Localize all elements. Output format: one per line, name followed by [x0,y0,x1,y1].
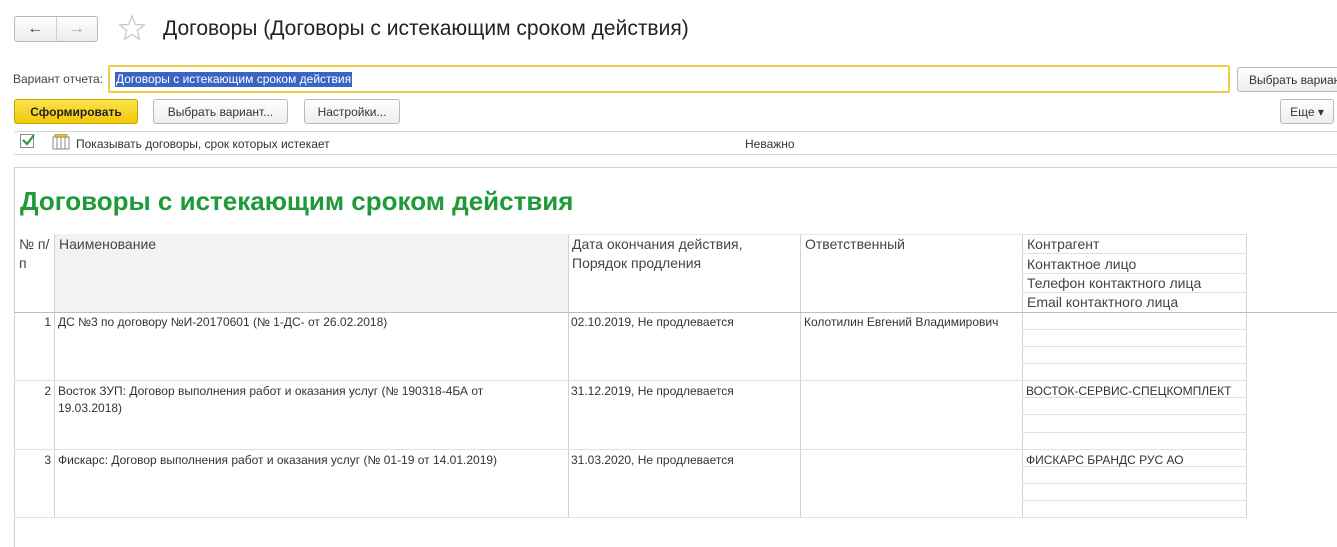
filter-checkbox[interactable] [20,134,35,148]
forward-arrow-icon[interactable]: → [55,17,98,41]
favorite-star-icon[interactable] [118,14,146,42]
variant-input-value: Договоры с истекающим сроком действия [115,72,353,87]
header-contact-email: Email контактного лица [1027,294,1179,310]
window-title: Договоры (Договоры с истекающим сроком д… [163,17,689,40]
report-area [14,167,1337,547]
row-2-contractor: ВОСТОК-СЕРВИС-СПЕЦКОМПЛЕКТ [1026,384,1232,398]
row-3-name[interactable]: Фискарс: Договор выполнения работ и оказ… [58,452,563,469]
grid-line [568,234,569,518]
row-1-date: 02.10.2019, Не продлевается [571,315,734,329]
grid-line [54,234,55,518]
filter-value[interactable]: Неважно [745,137,795,151]
navigation-buttons: ← → [14,16,98,42]
row-2-date: 31.12.2019, Не продлевается [571,384,734,398]
choose-variant-top-button[interactable]: Выбрать вариант... [1237,67,1337,92]
row-3-date: 31.03.2020, Не продлевается [571,453,734,467]
filter-label: Показывать договоры, срок которых истека… [76,137,330,151]
row-3-num: 3 [44,453,51,467]
form-report-button[interactable]: Сформировать [14,99,138,124]
checkmark-icon [22,134,35,146]
choose-variant-button[interactable]: Выбрать вариант... [153,99,288,124]
variant-label: Вариант отчета: [13,72,103,86]
filter-settings-icon [52,134,70,150]
row-2-num: 2 [44,384,51,398]
row-separator [14,380,1247,381]
row-separator [14,449,1247,450]
header-name: Наименование [59,236,157,252]
row-separator [14,517,1247,518]
grid-line [1022,234,1023,518]
header-contact-person: Контактное лицо [1027,256,1137,272]
header-responsible: Ответственный [805,236,905,252]
row-1-name[interactable]: ДС №3 по договору №И-20170601 (№ 1-ДС- о… [58,314,563,331]
grid-line [800,234,801,518]
header-date: Дата окончания действия, Порядок продлен… [572,236,743,271]
variant-input[interactable]: Договоры с истекающим сроком действия [108,65,1230,93]
row-1-responsible: Колотилин Евгений Владимирович [804,315,999,329]
more-button[interactable]: Еще ▾ [1280,99,1334,124]
header-contractor: Контрагент [1027,236,1100,252]
header-contact-phone: Телефон контактного лица [1027,275,1202,291]
row-1-num: 1 [44,315,51,329]
row-3-contractor: ФИСКАРС БРАНДС РУС АО [1026,453,1184,467]
header-num: № п/п [19,236,50,271]
settings-button[interactable]: Настройки... [304,99,400,124]
row-2-name[interactable]: Восток ЗУП: Договор выполнения работ и о… [58,383,533,417]
report-title: Договоры с истекающим сроком действия [20,186,574,216]
back-arrow-icon[interactable]: ← [15,17,56,41]
header-bottom-line [14,312,1337,313]
grid-line [1246,234,1247,518]
